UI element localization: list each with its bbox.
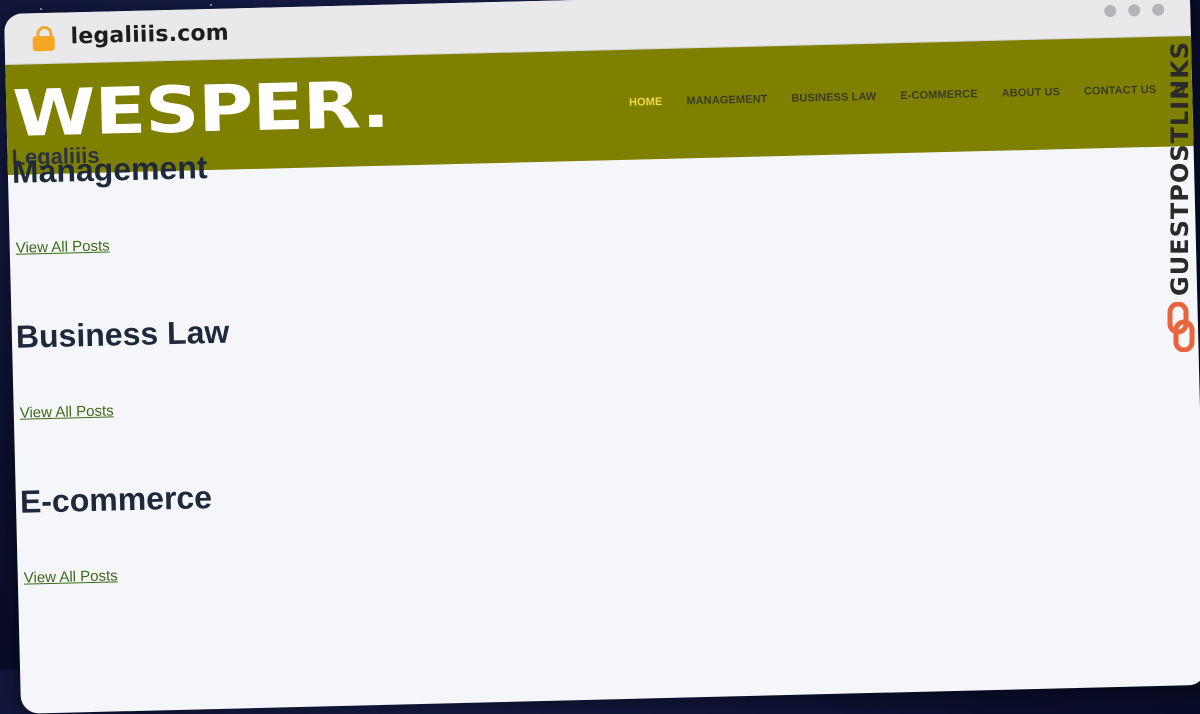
window-dot[interactable] — [1128, 4, 1141, 17]
main-content: Management View All Posts Business Law V… — [11, 125, 1200, 649]
window-controls — [1104, 3, 1165, 18]
main-nav: HOME MANAGEMENT BUSINESS LAW E-COMMERCE … — [629, 84, 1156, 109]
lock-icon — [32, 25, 55, 52]
window-dot[interactable] — [1104, 4, 1117, 18]
nav-management[interactable]: MANAGEMENT — [686, 93, 767, 107]
section-business-law: Business Law View All Posts — [15, 290, 1200, 484]
nav-home[interactable]: HOME — [629, 96, 663, 109]
watermark-text: GUESTPOSTLINKS — [1166, 40, 1194, 296]
nav-about-us[interactable]: ABOUT US — [1002, 86, 1061, 99]
view-all-posts-link[interactable]: View All Posts — [16, 237, 110, 256]
section-e-commerce: E-commerce View All Posts — [19, 455, 1200, 649]
star — [40, 8, 42, 10]
section-management: Management View All Posts — [11, 125, 1197, 319]
star — [210, 4, 212, 6]
window-dot[interactable] — [1152, 3, 1165, 16]
url-text[interactable]: legaliiis.com — [70, 21, 229, 50]
section-title: E-commerce — [19, 479, 213, 520]
site-logo[interactable]: WESPER. — [12, 69, 390, 152]
nav-e-commerce[interactable]: E-COMMERCE — [900, 88, 978, 102]
browser-window: legaliiis.com WESPER. Legaliiis HOME MAN… — [4, 0, 1200, 714]
view-all-posts-link[interactable]: View All Posts — [20, 402, 114, 421]
section-title: Management — [11, 149, 208, 190]
nav-business-law[interactable]: BUSINESS LAW — [791, 91, 876, 105]
link-icon — [1167, 302, 1195, 352]
section-title: Business Law — [15, 313, 230, 355]
watermark: GUESTPOSTLINKS — [1166, 40, 1196, 356]
nav-contact-us[interactable]: CONTACT US — [1084, 84, 1157, 98]
view-all-posts-link[interactable]: View All Posts — [24, 567, 118, 586]
